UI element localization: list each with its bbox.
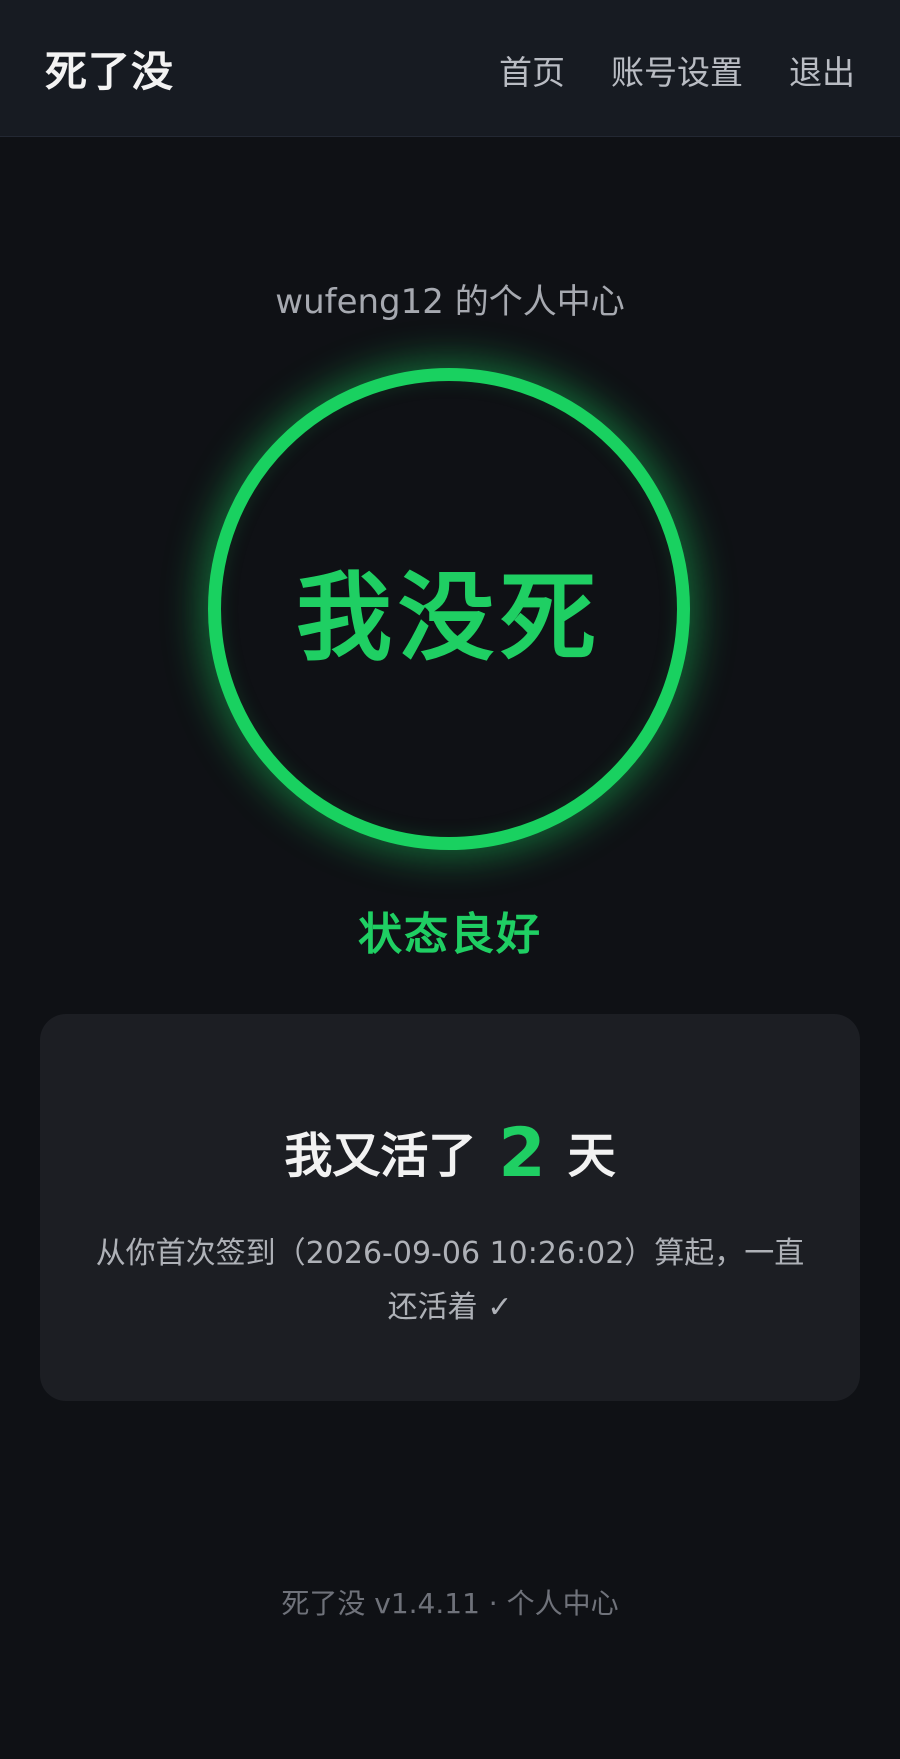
- first-check-in-description: 从你首次签到（2026-09-06 10:26:02）算起，一直还活着 ✓: [95, 1236, 805, 1325]
- check-in-button-label: 我没死: [296, 561, 602, 674]
- check-in-button[interactable]: 我没死: [208, 368, 690, 850]
- alive-days-line: 我又活了 2 天: [40, 1114, 860, 1193]
- footer-version: 死了没 v1.4.11 · 个人中心: [281, 1587, 619, 1620]
- nav-account-settings-link[interactable]: 账号设置: [611, 46, 743, 94]
- nav-logout-link[interactable]: 退出: [789, 46, 855, 94]
- alive-suffix: 天: [567, 1128, 616, 1184]
- status-text: 状态良好: [358, 909, 542, 960]
- alive-days-count: 2: [498, 1114, 546, 1193]
- alive-prefix: 我又活了: [284, 1128, 477, 1184]
- nav-home-link[interactable]: 首页: [499, 46, 565, 94]
- nav-links: 首页 账号设置 退出: [499, 46, 855, 94]
- app-logo[interactable]: 死了没: [45, 38, 174, 99]
- alive-stats-card: 我又活了 2 天 从你首次签到（2026-09-06 10:26:02）算起，一直还…: [40, 1014, 860, 1401]
- page-subtitle: wufeng12 的个人中心: [275, 282, 625, 322]
- top-navigation-bar: 死了没 首页 账号设置 退出: [0, 0, 900, 137]
